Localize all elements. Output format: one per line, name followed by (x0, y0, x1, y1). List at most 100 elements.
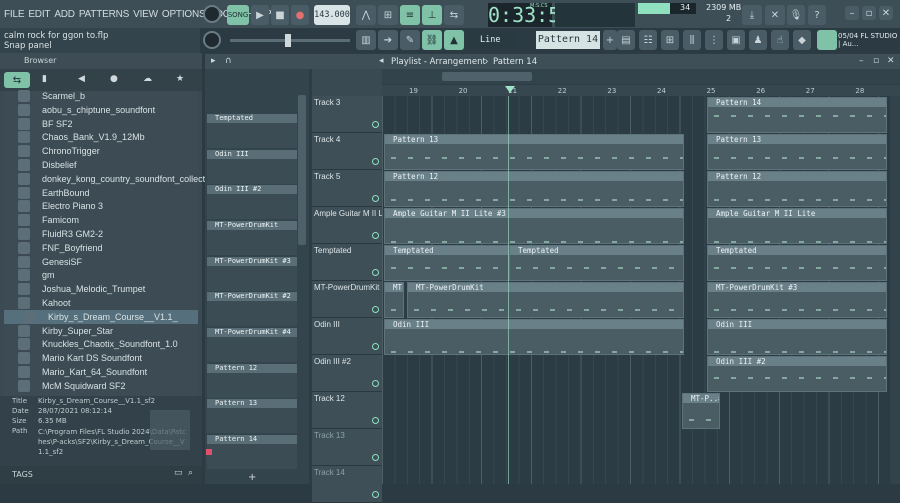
browser-item[interactable]: Knuckles_Chaotix_Soundfont_1.0 (4, 337, 198, 351)
track-mute-led[interactable] (372, 232, 379, 239)
browser-item[interactable]: Chaos_Bank_V1.9_12Mb (4, 130, 198, 144)
browser-item[interactable]: McM Squidward SF2 (4, 379, 198, 393)
arrow-left-icon[interactable]: ◂ (379, 56, 384, 66)
plugin-picker-icon[interactable]: ♟ (749, 30, 767, 50)
track-header[interactable]: Track 3 (312, 96, 382, 133)
plugin-icon[interactable]: ✕ (765, 5, 785, 25)
track-mute-led[interactable] (372, 417, 379, 424)
browser-files-tab-icon[interactable]: ▮ (42, 74, 47, 84)
vertical-scrollbar[interactable] (892, 96, 900, 484)
pattern-clip[interactable]: Ample Guitar M II Lite (707, 208, 887, 244)
track-header[interactable]: Track 12 (312, 392, 382, 429)
pattern-clip[interactable]: Ample Guitar M II Lite #3 (384, 208, 684, 244)
picker-item[interactable]: Odin III (207, 150, 297, 184)
track-mute-led[interactable] (372, 306, 379, 313)
search-icon[interactable]: ⌕ (188, 468, 193, 478)
picker-item[interactable]: Pattern 12 (207, 364, 297, 398)
wait-icon[interactable]: ⊞ (378, 5, 398, 25)
picker-item[interactable]: Pattern 14 (207, 435, 297, 469)
pattern-clip[interactable]: Odin III (384, 319, 684, 355)
pattern-clip[interactable]: Odin III #2 (707, 356, 887, 392)
pattern-clip[interactable]: Temptated (707, 245, 887, 281)
playlist-minimize-icon[interactable]: – (859, 56, 864, 66)
browser-item[interactable]: Mario_Kart_64_Soundfont (4, 365, 198, 379)
master-slider[interactable] (230, 34, 350, 47)
menu-options[interactable]: OPTIONS (162, 9, 206, 20)
browser-globe-tab-icon[interactable]: ● (110, 74, 118, 84)
pencil-icon[interactable]: ✎ (400, 30, 420, 50)
browser-item[interactable]: Mario Kart DS Soundfont (4, 351, 198, 365)
track-header[interactable]: Track 4 (312, 133, 382, 170)
fl-cloud-icon[interactable] (817, 30, 837, 50)
picker-item[interactable]: MT-PowerDrumKit #4 (207, 328, 297, 362)
mic-icon[interactable]: 🎙 (787, 5, 805, 25)
track-header[interactable]: Temptated (312, 244, 382, 281)
browser-item[interactable]: gm (4, 268, 198, 282)
track-header[interactable]: Odin III (312, 318, 382, 355)
pattern-clip[interactable]: Odin III (707, 319, 887, 355)
pattern-clip[interactable]: Pattern 13 (707, 134, 887, 170)
news-ticker[interactable]: 05/04 FL STUDIO | Au... (838, 32, 900, 48)
browser-item[interactable]: aobu_s_chiptune_soundfont (4, 103, 198, 117)
close-icon[interactable]: ✕ (879, 6, 893, 20)
pattern-clip[interactable]: Temptated (509, 245, 684, 281)
browser-item[interactable]: GenesiSF (4, 255, 198, 269)
snap-tool-icon[interactable]: ▸ (211, 56, 216, 66)
browser-item[interactable]: Joshua_Melodic_Trumpet (4, 282, 198, 296)
magnet-icon[interactable]: ∩ (225, 56, 232, 66)
pattern-clip[interactable]: Pattern 12 (384, 171, 684, 207)
track-mute-led[interactable] (372, 121, 379, 128)
browser-item[interactable]: Kahoot (4, 296, 198, 310)
pattern-clip[interactable]: Temptated (384, 245, 509, 281)
track-mute-led[interactable] (372, 491, 379, 498)
piano-icon[interactable]: ⊞ (661, 30, 679, 50)
menu-add[interactable]: ADD (54, 9, 75, 20)
browser-speaker-tab-icon[interactable]: ◀ (78, 74, 85, 84)
track-mute-led[interactable] (372, 343, 379, 350)
picker-item[interactable]: MT-PowerDrumKit (207, 221, 297, 255)
browser-item[interactable]: Famicom (4, 213, 198, 227)
menu-file[interactable]: FILE (4, 9, 25, 20)
browser-all-tab-icon[interactable]: ⇆ (4, 72, 30, 88)
add-pattern-icon[interactable]: + (603, 30, 617, 50)
track-mute-led[interactable] (372, 158, 379, 165)
browser-item[interactable]: Kirby_s_Dream_Course__V1.1_ (4, 309, 198, 324)
picker-scrollbar[interactable] (298, 95, 306, 245)
browser-icon[interactable]: ⋮ (705, 30, 723, 50)
snap-selector[interactable]: Line (470, 32, 518, 48)
pattern-clip[interactable]: MT-PowerDrumKit (407, 282, 684, 318)
master-volume-knob[interactable] (203, 5, 221, 23)
picker-item[interactable]: MT-PowerDrumKit #2 (207, 292, 297, 326)
countdown-icon[interactable]: ≡ (400, 5, 420, 25)
track-header[interactable]: Ample Guitar M II Lite (312, 207, 391, 244)
sample-icon[interactable]: ◆ (793, 30, 811, 50)
playlist-icon[interactable]: ▤ (617, 30, 635, 50)
track-header[interactable]: MT-PowerDrumKit (312, 281, 382, 318)
picker-item[interactable]: MT-PowerDrumKit #3 (207, 257, 297, 291)
browser-item[interactable]: ChronoTrigger (4, 144, 198, 158)
pattern-clip[interactable]: Pattern 14 (707, 97, 887, 133)
arrow-icon[interactable]: ➔ (378, 30, 398, 50)
pattern-clip[interactable]: MT-P..#4 (682, 393, 720, 429)
browser-item[interactable]: Kirby_Super_Star (4, 324, 198, 338)
menu-view[interactable]: VIEW (133, 9, 158, 20)
menu-edit[interactable]: EDIT (28, 9, 50, 20)
stamp-icon[interactable]: ▲ (444, 30, 464, 50)
pattern-clip[interactable]: Pattern 12 (707, 171, 887, 207)
pattern-selector[interactable]: Pattern 14 (536, 31, 600, 49)
browser-item[interactable]: BF SF2 (4, 117, 198, 131)
picker-item[interactable]: Odin III #2 (207, 185, 297, 219)
pattern-clip[interactable]: MT- (384, 282, 404, 318)
track-mute-led[interactable] (372, 269, 379, 276)
track-header[interactable]: Track 5 (312, 170, 382, 207)
browser-item[interactable]: Scarmel_b (4, 89, 198, 103)
playlist-restore-icon[interactable]: ▫ (873, 56, 879, 66)
stop-button[interactable]: ■ (271, 5, 289, 25)
track-mute-led[interactable] (372, 380, 379, 387)
maximize-icon[interactable]: ▫ (862, 6, 876, 20)
project-icon[interactable]: ▣ (727, 30, 745, 50)
add-track-icon[interactable]: + (248, 472, 256, 483)
picker-item[interactable]: Pattern 13 (207, 399, 297, 433)
menu-patterns[interactable]: PATTERNS (79, 9, 129, 20)
download-icon[interactable]: ⤓ (742, 5, 762, 25)
